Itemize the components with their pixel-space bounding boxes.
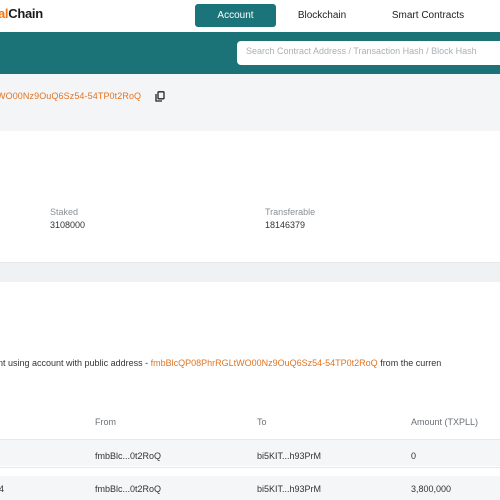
- staked-label: Staked: [50, 207, 79, 217]
- table-row-divider: [0, 467, 500, 468]
- table-cell-amount: 3,800,000: [411, 484, 452, 494]
- column-header-amount: Amount (TXPLL): [411, 417, 479, 427]
- section-divider: [0, 262, 500, 282]
- brand-logo-part1: al: [0, 6, 9, 21]
- staked-value: 3108000: [50, 220, 86, 230]
- nav-tab-account[interactable]: Account: [195, 4, 276, 27]
- account-address: WO00Nz9OuQ6Sz54-54TP0t2RoQ: [0, 91, 142, 101]
- table-cell-first: 4: [0, 484, 5, 494]
- transactions-description-prefix: nt using account with public address -: [0, 358, 151, 368]
- column-header-from: From: [95, 417, 116, 427]
- nav-tab-smart-contracts[interactable]: Smart Contracts: [378, 4, 478, 27]
- brand-logo-part2: Chain: [8, 6, 43, 21]
- transactions-description: nt using account with public address - f…: [0, 358, 441, 368]
- table-cell-from[interactable]: fmbBlc...0t2RoQ: [95, 484, 161, 494]
- table-row[interactable]: [0, 440, 500, 466]
- transactions-description-suffix: from the curren: [377, 358, 442, 368]
- nav-tab-blockchain[interactable]: Blockchain: [282, 4, 362, 27]
- table-cell-to[interactable]: bi5KIT...h93PrM: [257, 451, 321, 461]
- search-box[interactable]: [237, 41, 500, 65]
- balance-card: [0, 131, 500, 262]
- search-input[interactable]: [246, 46, 500, 56]
- copy-icon[interactable]: [155, 91, 165, 102]
- transferable-label: Transferable: [265, 207, 316, 217]
- brand-logo[interactable]: alChain: [0, 6, 43, 21]
- table-cell-from[interactable]: fmbBlc...0t2RoQ: [95, 451, 161, 461]
- transactions-description-address[interactable]: fmbBlcQP08PhrRGLtWO00Nz9OuQ6Sz54-54TP0t2…: [151, 358, 378, 368]
- table-cell-amount: 0: [411, 451, 417, 461]
- table-cell-to[interactable]: bi5KIT...h93PrM: [257, 484, 321, 494]
- transferable-value: 18146379: [265, 220, 306, 230]
- column-header-to: To: [257, 417, 267, 427]
